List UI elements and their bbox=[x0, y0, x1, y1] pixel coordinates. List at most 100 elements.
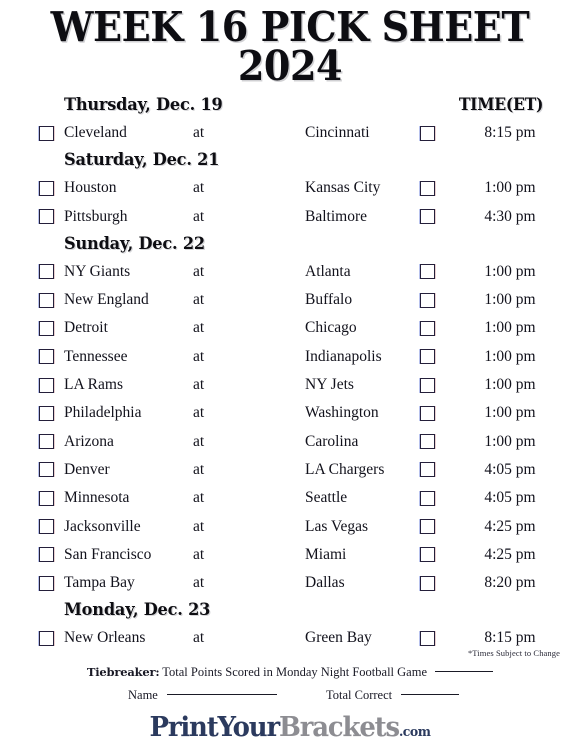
checkbox-icon[interactable] bbox=[420, 434, 435, 450]
checkbox-icon[interactable] bbox=[39, 630, 54, 646]
checkbox-icon[interactable] bbox=[420, 125, 435, 141]
at-separator: at bbox=[193, 207, 205, 225]
at-separator: at bbox=[193, 517, 205, 535]
game-time: 1:00 pm bbox=[484, 291, 536, 309]
at-separator: at bbox=[193, 489, 205, 507]
day-header-label: Saturday, Dec. 21 bbox=[64, 150, 220, 171]
game-time: 1:00 pm bbox=[484, 319, 536, 337]
checkbox-icon[interactable] bbox=[39, 462, 54, 478]
checkbox-icon[interactable] bbox=[39, 490, 54, 506]
footer: *Times Subject to Change Tiebreaker: Tot… bbox=[0, 645, 580, 748]
game-row: New England at Buffalo 1:00 pm bbox=[0, 286, 580, 314]
checkbox-icon[interactable] bbox=[39, 377, 54, 393]
game-time: 4:25 pm bbox=[484, 517, 536, 535]
game-row: Jacksonville at Las Vegas 4:25 pm bbox=[0, 513, 580, 541]
checkbox-icon[interactable] bbox=[420, 462, 435, 478]
away-team-name: LA Rams bbox=[64, 376, 123, 394]
away-team-name: San Francisco bbox=[64, 545, 152, 563]
at-separator: at bbox=[193, 179, 205, 197]
game-time: 1:00 pm bbox=[484, 347, 536, 365]
game-row: Detroit at Chicago 1:00 pm bbox=[0, 314, 580, 342]
times-subject-to-change-note: *Times Subject to Change bbox=[467, 648, 560, 658]
checkbox-icon[interactable] bbox=[39, 320, 54, 336]
name-input-blank[interactable] bbox=[166, 693, 277, 695]
at-separator: at bbox=[193, 347, 205, 365]
tiebreaker-answer-blank[interactable] bbox=[435, 670, 494, 672]
game-row: San Francisco at Miami 4:25 pm bbox=[0, 541, 580, 569]
checkbox-icon[interactable] bbox=[39, 405, 54, 421]
home-team-name: LA Chargers bbox=[305, 460, 385, 478]
day-header-label: Monday, Dec. 23 bbox=[64, 600, 211, 621]
tiebreaker-label: Tiebreaker: bbox=[86, 665, 160, 679]
at-separator: at bbox=[193, 376, 205, 394]
checkbox-icon[interactable] bbox=[420, 180, 435, 196]
checkbox-icon[interactable] bbox=[39, 575, 54, 591]
away-team-name: Cleveland bbox=[64, 124, 127, 141]
away-team-name: Minnesota bbox=[64, 489, 130, 507]
game-time: 8:15 pm bbox=[484, 124, 536, 141]
game-time: 1:00 pm bbox=[484, 404, 536, 422]
at-separator: at bbox=[193, 432, 205, 450]
checkbox-icon[interactable] bbox=[420, 264, 435, 280]
schedule-list: Thursday, Dec. 19 TIME(ET) Cleveland at Cinc… bbox=[0, 92, 580, 653]
home-team-name: Carolina bbox=[305, 432, 359, 450]
checkbox-icon[interactable] bbox=[39, 349, 54, 365]
day-header: Saturday, Dec. 21 bbox=[0, 147, 580, 174]
game-row: Houston at Kansas City 1:00 pm bbox=[0, 174, 580, 202]
game-row: Denver at LA Chargers 4:05 pm bbox=[0, 456, 580, 484]
game-row: NY Giants at Atlanta 1:00 pm bbox=[0, 258, 580, 286]
name-label: Name bbox=[128, 688, 158, 702]
at-separator: at bbox=[193, 124, 205, 141]
game-time: 1:00 pm bbox=[484, 179, 536, 197]
checkbox-icon[interactable] bbox=[39, 125, 54, 141]
checkbox-icon[interactable] bbox=[420, 292, 435, 308]
day-header: Monday, Dec. 23 bbox=[0, 597, 580, 624]
home-team-name: Dallas bbox=[305, 574, 345, 592]
checkbox-icon[interactable] bbox=[420, 377, 435, 393]
tiebreaker-text: Total Points Scored in Monday Night Foot… bbox=[162, 665, 427, 679]
away-team-name: Tampa Bay bbox=[64, 574, 135, 592]
checkbox-icon[interactable] bbox=[39, 264, 54, 280]
checkbox-icon[interactable] bbox=[39, 292, 54, 308]
at-separator: at bbox=[193, 319, 205, 337]
home-team-name: Cincinnati bbox=[305, 124, 370, 141]
checkbox-icon[interactable] bbox=[420, 547, 435, 563]
home-team-name: Seattle bbox=[305, 489, 348, 507]
home-team-name: Atlanta bbox=[305, 262, 351, 280]
checkbox-icon[interactable] bbox=[39, 180, 54, 196]
checkbox-icon[interactable] bbox=[420, 349, 435, 365]
game-time: 4:25 pm bbox=[484, 545, 536, 563]
game-row: Tampa Bay at Dallas 8:20 pm bbox=[0, 569, 580, 597]
checkbox-icon[interactable] bbox=[39, 209, 54, 225]
checkbox-icon[interactable] bbox=[39, 547, 54, 563]
away-team-name: Tennessee bbox=[64, 347, 128, 365]
away-team-name: Philadelphia bbox=[64, 404, 142, 422]
total-correct-input-blank[interactable] bbox=[401, 693, 460, 695]
checkbox-icon[interactable] bbox=[420, 575, 435, 591]
game-time: 4:30 pm bbox=[484, 207, 536, 225]
checkbox-icon[interactable] bbox=[420, 630, 435, 646]
checkbox-icon[interactable] bbox=[420, 320, 435, 336]
name-field-group: Name bbox=[128, 683, 277, 707]
at-separator: at bbox=[193, 460, 205, 478]
checkbox-icon[interactable] bbox=[420, 405, 435, 421]
home-team-name: Indianapolis bbox=[305, 347, 382, 365]
checkbox-icon[interactable] bbox=[420, 209, 435, 225]
printyourbrackets-logo: PrintYourBrackets.com bbox=[12, 713, 569, 748]
game-time: 1:00 pm bbox=[484, 262, 536, 280]
game-row: Philadelphia at Washington 1:00 pm bbox=[0, 399, 580, 427]
checkbox-icon[interactable] bbox=[39, 519, 54, 535]
away-team-name: New England bbox=[64, 291, 149, 309]
checkbox-icon[interactable] bbox=[420, 490, 435, 506]
day-header-label: Thursday, Dec. 19 bbox=[64, 95, 223, 115]
game-time: 1:00 pm bbox=[484, 376, 536, 394]
home-team-name: Miami bbox=[305, 545, 347, 563]
away-team-name: Jacksonville bbox=[64, 517, 141, 535]
day-header: Sunday, Dec. 22 bbox=[0, 231, 580, 258]
home-team-name: Kansas City bbox=[305, 179, 381, 197]
checkbox-icon[interactable] bbox=[420, 519, 435, 535]
home-team-name: Chicago bbox=[305, 319, 357, 337]
away-team-name: Pittsburgh bbox=[64, 207, 128, 225]
checkbox-icon[interactable] bbox=[39, 434, 54, 450]
at-separator: at bbox=[193, 262, 205, 280]
